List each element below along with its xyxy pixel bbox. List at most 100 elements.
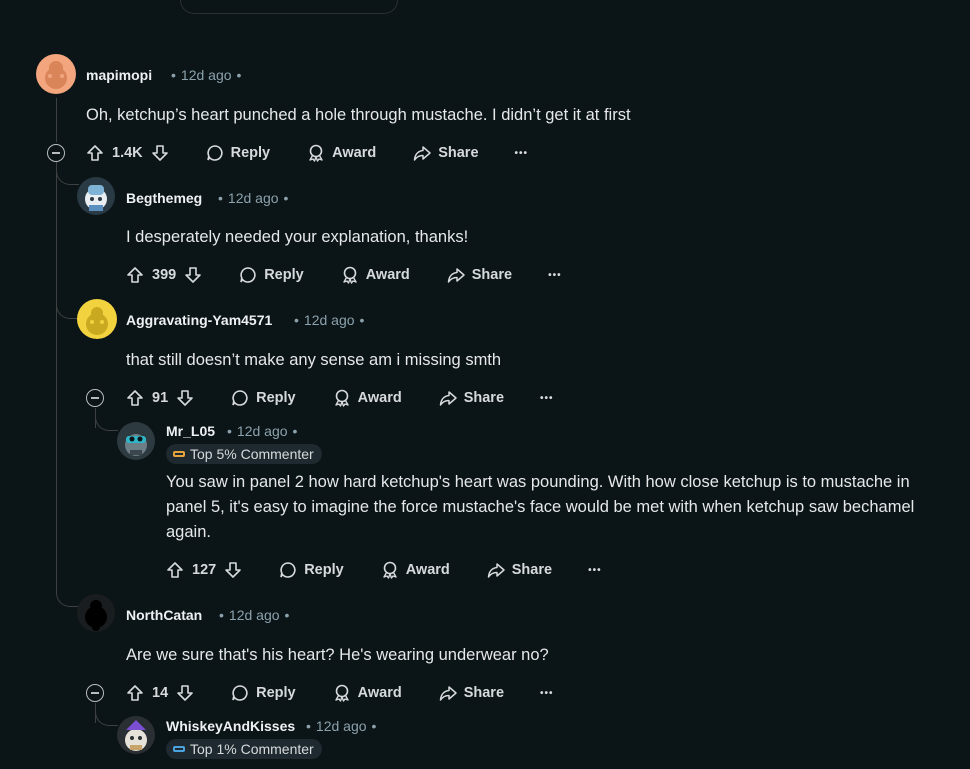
award-button[interactable]: Award bbox=[340, 265, 410, 285]
vote-score: 14 bbox=[152, 685, 169, 701]
thread-connector bbox=[56, 290, 79, 319]
snoo-avatar-icon bbox=[125, 434, 147, 456]
comment-body: that still doesn’t make any sense am i m… bbox=[126, 351, 502, 369]
more-options-button[interactable]: ••• bbox=[540, 393, 554, 404]
snoo-avatar-icon bbox=[85, 600, 107, 631]
thread-connector bbox=[95, 410, 118, 431]
share-button[interactable]: Share bbox=[486, 560, 552, 580]
more-options-button[interactable]: ••• bbox=[540, 688, 554, 699]
share-button[interactable]: Share bbox=[438, 388, 504, 408]
share-arrow-icon bbox=[446, 265, 466, 285]
more-options-button[interactable]: ••• bbox=[515, 148, 529, 159]
award-button[interactable]: Award bbox=[332, 388, 402, 408]
reply-button[interactable]: Reply bbox=[230, 683, 296, 703]
avatar[interactable] bbox=[36, 54, 76, 94]
vote-score: 1.4K bbox=[112, 145, 143, 161]
vote-score: 399 bbox=[152, 267, 177, 283]
upvote-icon[interactable] bbox=[126, 684, 144, 702]
thread-connector bbox=[95, 705, 118, 726]
timestamp[interactable]: 12d ago bbox=[229, 607, 280, 623]
thread-line bbox=[56, 98, 57, 142]
username[interactable]: Mr_L05 bbox=[166, 423, 215, 439]
username[interactable]: NorthCatan bbox=[126, 607, 202, 623]
award-icon bbox=[340, 265, 360, 285]
avatar[interactable] bbox=[117, 422, 155, 460]
username[interactable]: mapimopi bbox=[86, 67, 152, 83]
timestamp[interactable]: 12d ago bbox=[237, 423, 288, 439]
username[interactable]: Aggravating-Yam4571 bbox=[126, 312, 272, 328]
vote-score: 91 bbox=[152, 390, 169, 406]
share-button[interactable]: Share bbox=[438, 683, 504, 703]
downvote-icon[interactable] bbox=[224, 561, 242, 579]
top-commenter-badge[interactable]: Top 1% Commenter bbox=[166, 739, 322, 759]
avatar[interactable] bbox=[77, 177, 115, 215]
comment-body: Are we sure that's his heart? He's weari… bbox=[126, 646, 549, 664]
comment-bubble-icon bbox=[205, 143, 225, 163]
upvote-icon[interactable] bbox=[166, 561, 184, 579]
reply-button[interactable]: Reply bbox=[238, 265, 304, 285]
thread-connector bbox=[56, 170, 79, 185]
reply-button[interactable]: Reply bbox=[278, 560, 344, 580]
more-options-button[interactable]: ••• bbox=[548, 270, 562, 281]
comment-meta: • 12d ago • bbox=[171, 67, 242, 83]
downvote-icon[interactable] bbox=[176, 684, 194, 702]
downvote-icon[interactable] bbox=[176, 389, 194, 407]
comment-actions: 127 Reply Award Share ••• bbox=[166, 555, 602, 585]
award-icon bbox=[332, 683, 352, 703]
username[interactable]: WhiskeyAndKisses bbox=[166, 718, 295, 734]
comment-actions: 14 Reply Award Share ••• bbox=[126, 678, 554, 708]
collapse-thread-button[interactable] bbox=[47, 144, 65, 162]
award-button[interactable]: Award bbox=[380, 560, 450, 580]
collapse-thread-button[interactable] bbox=[86, 684, 104, 702]
upvote-icon[interactable] bbox=[126, 266, 144, 284]
reply-button[interactable]: Reply bbox=[230, 388, 296, 408]
comment-bubble-icon bbox=[278, 560, 298, 580]
comment-meta: • 12d ago • bbox=[218, 190, 289, 206]
comment-body: I desperately needed your explanation, t… bbox=[126, 228, 469, 246]
comment-bubble-icon bbox=[238, 265, 258, 285]
award-icon bbox=[332, 388, 352, 408]
comment-actions: 1.4K Reply Award Share ••• bbox=[86, 138, 528, 168]
vote-score: 127 bbox=[192, 562, 217, 578]
snoo-avatar-icon bbox=[45, 61, 67, 89]
thread-line bbox=[56, 162, 57, 592]
timestamp[interactable]: 12d ago bbox=[304, 312, 355, 328]
timestamp[interactable]: 12d ago bbox=[181, 67, 232, 83]
downvote-icon[interactable] bbox=[151, 144, 169, 162]
top-commenter-badge[interactable]: Top 5% Commenter bbox=[166, 444, 322, 464]
comment-bubble-icon bbox=[230, 683, 250, 703]
award-button[interactable]: Award bbox=[332, 683, 402, 703]
previous-box-edge bbox=[180, 0, 398, 14]
timestamp[interactable]: 12d ago bbox=[316, 718, 367, 734]
snoo-avatar-icon bbox=[85, 185, 107, 211]
thread-connector bbox=[56, 580, 79, 607]
share-button[interactable]: Share bbox=[446, 265, 512, 285]
comment-body: You saw in panel 2 how hard ketchup's he… bbox=[166, 473, 915, 541]
username[interactable]: Begthemeg bbox=[126, 190, 202, 206]
award-icon bbox=[380, 560, 400, 580]
share-arrow-icon bbox=[486, 560, 506, 580]
award-button[interactable]: Award bbox=[306, 143, 376, 163]
upvote-icon[interactable] bbox=[126, 389, 144, 407]
snoo-avatar-icon bbox=[125, 720, 147, 751]
comment-body: Oh, ketchup’s heart punched a hole throu… bbox=[86, 106, 631, 124]
comment-actions: 399 Reply Award Share ••• bbox=[126, 260, 562, 290]
snoo-avatar-icon bbox=[86, 307, 108, 335]
share-arrow-icon bbox=[438, 683, 458, 703]
avatar[interactable] bbox=[77, 594, 115, 632]
comment-bubble-icon bbox=[230, 388, 250, 408]
more-options-button[interactable]: ••• bbox=[588, 565, 602, 576]
share-arrow-icon bbox=[412, 143, 432, 163]
avatar[interactable] bbox=[77, 299, 117, 339]
comment-meta: • 12d ago • bbox=[294, 312, 365, 328]
upvote-icon[interactable] bbox=[86, 144, 104, 162]
share-button[interactable]: Share bbox=[412, 143, 479, 163]
collapse-thread-button[interactable] bbox=[86, 389, 104, 407]
comment-meta: • 12d ago • bbox=[306, 718, 377, 734]
timestamp[interactable]: 12d ago bbox=[228, 190, 279, 206]
avatar[interactable] bbox=[117, 716, 155, 754]
reply-button[interactable]: Reply bbox=[205, 143, 270, 163]
comment-meta: • 12d ago • bbox=[219, 607, 290, 623]
downvote-icon[interactable] bbox=[184, 266, 202, 284]
award-icon bbox=[306, 143, 326, 163]
